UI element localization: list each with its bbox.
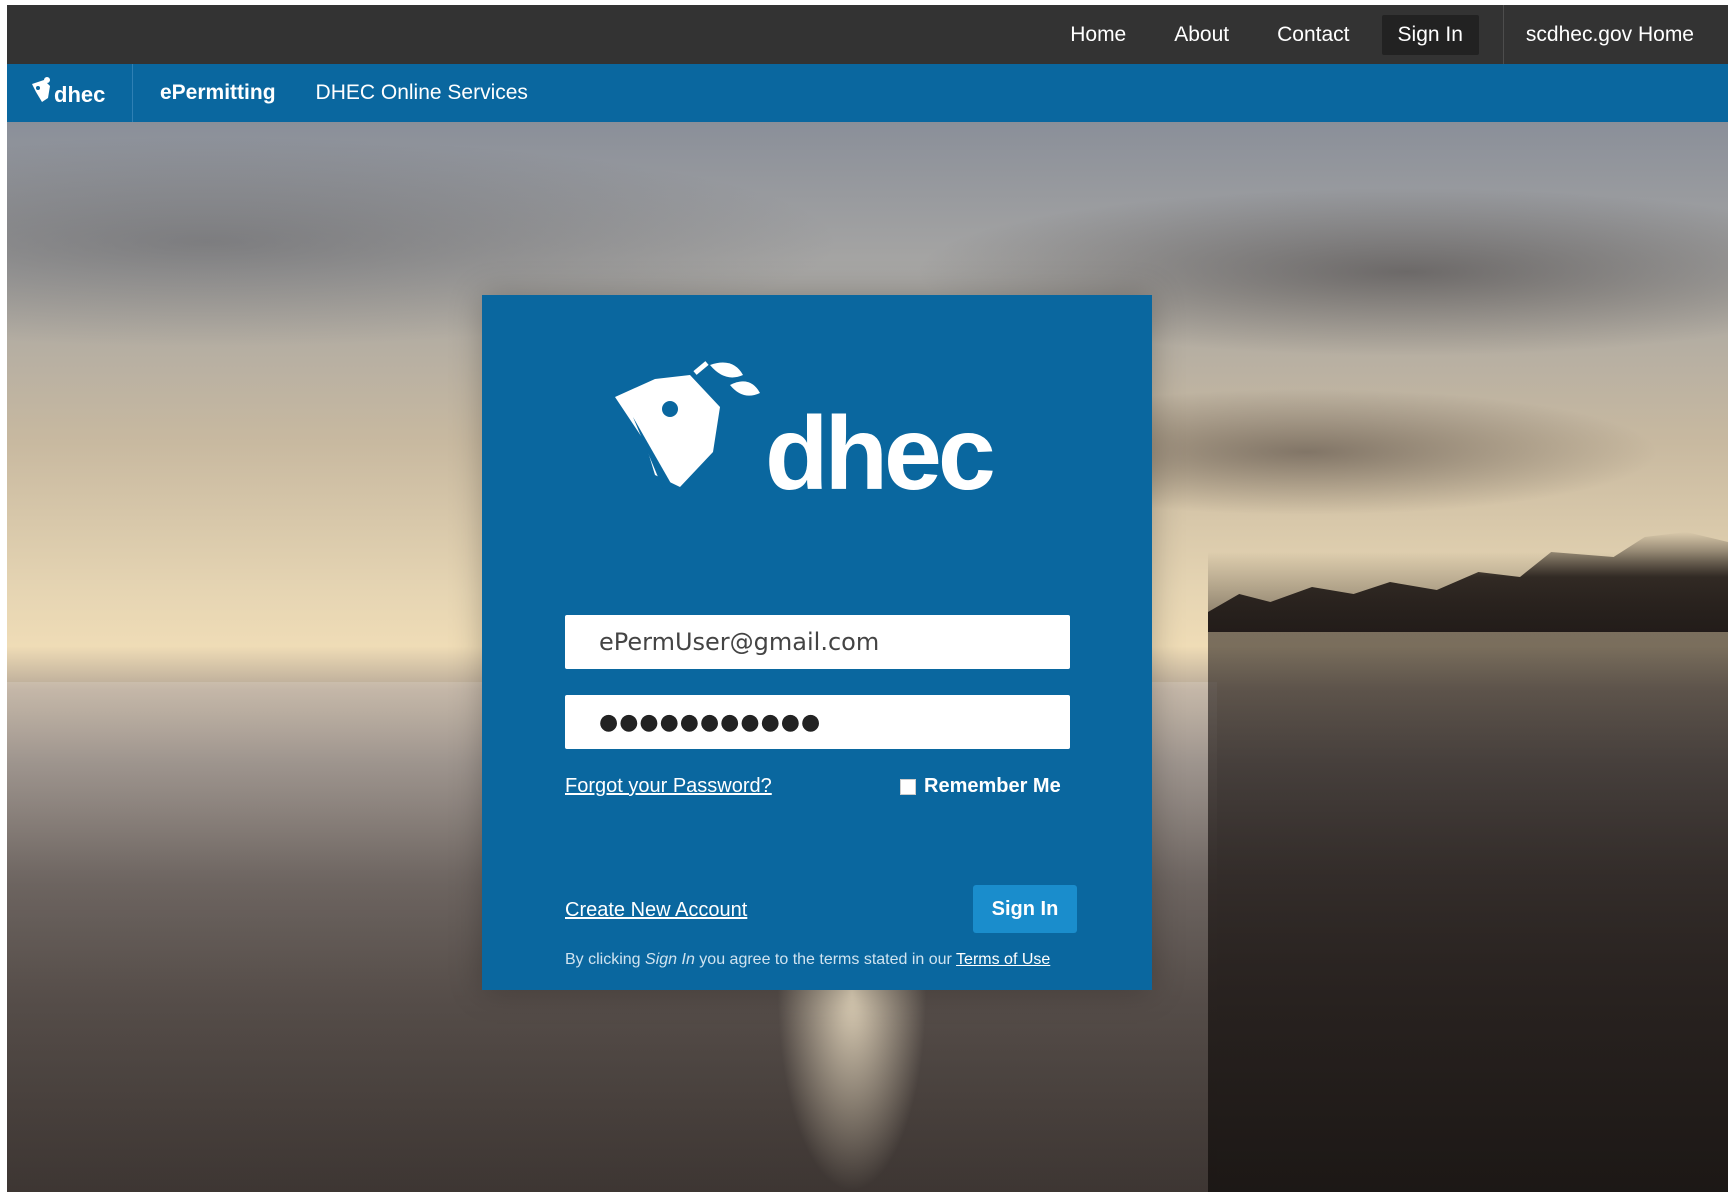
terms-of-use-link[interactable]: Terms of Use: [956, 951, 1050, 968]
terms-notice: By clicking Sign In you agree to the ter…: [565, 951, 1050, 969]
app-subtitle[interactable]: DHEC Online Services: [316, 81, 528, 105]
dhec-logo-text: dhec: [54, 82, 105, 107]
email-field[interactable]: ePermUser@gmail.com: [565, 615, 1070, 669]
dhec-panel-logo-text: dhec: [765, 396, 993, 512]
remember-me-checkbox[interactable]: [900, 778, 916, 795]
terms-prefix: By clicking: [565, 951, 641, 968]
forgot-password-link[interactable]: Forgot your Password?: [565, 775, 772, 798]
dhec-panel-logo: dhec: [615, 357, 1015, 522]
nav-sign-in-link[interactable]: Sign In: [1381, 14, 1479, 55]
remember-me[interactable]: Remember Me: [900, 775, 1061, 798]
nav-home-link[interactable]: Home: [1046, 5, 1150, 64]
dhec-logo-icon: dhec: [31, 77, 105, 107]
terms-middle: you agree to the terms stated in our: [699, 951, 952, 968]
terms-em: Sign In: [645, 951, 695, 968]
brand-bar: dhec ePermitting DHEC Online Services: [7, 64, 1728, 122]
password-field[interactable]: ●●●●●●●●●●●: [565, 695, 1070, 749]
remember-me-label: Remember Me: [924, 775, 1061, 797]
scdhec-home-link[interactable]: scdhec.gov Home: [1504, 5, 1728, 64]
browser-viewport: Home About Contact Sign In scdhec.gov Ho…: [7, 5, 1728, 1192]
email-value: ePermUser@gmail.com: [599, 628, 880, 656]
dhec-logo[interactable]: dhec: [7, 64, 133, 122]
login-panel: dhec ePermUser@gmail.com ●●●●●●●●●●● For…: [482, 295, 1152, 990]
nav-about-link[interactable]: About: [1150, 5, 1253, 64]
nav-contact-link[interactable]: Contact: [1253, 5, 1373, 64]
dark-shore: [1208, 552, 1728, 1192]
top-nav: Home About Contact Sign In scdhec.gov Ho…: [1046, 5, 1728, 64]
top-nav-bar: Home About Contact Sign In scdhec.gov Ho…: [7, 5, 1728, 64]
palmetto-logo-icon: dhec: [615, 361, 997, 512]
password-mask: ●●●●●●●●●●●: [599, 709, 822, 735]
create-account-link[interactable]: Create New Account: [565, 899, 747, 922]
sign-in-button[interactable]: Sign In: [973, 885, 1077, 933]
app-name[interactable]: ePermitting: [160, 81, 276, 105]
